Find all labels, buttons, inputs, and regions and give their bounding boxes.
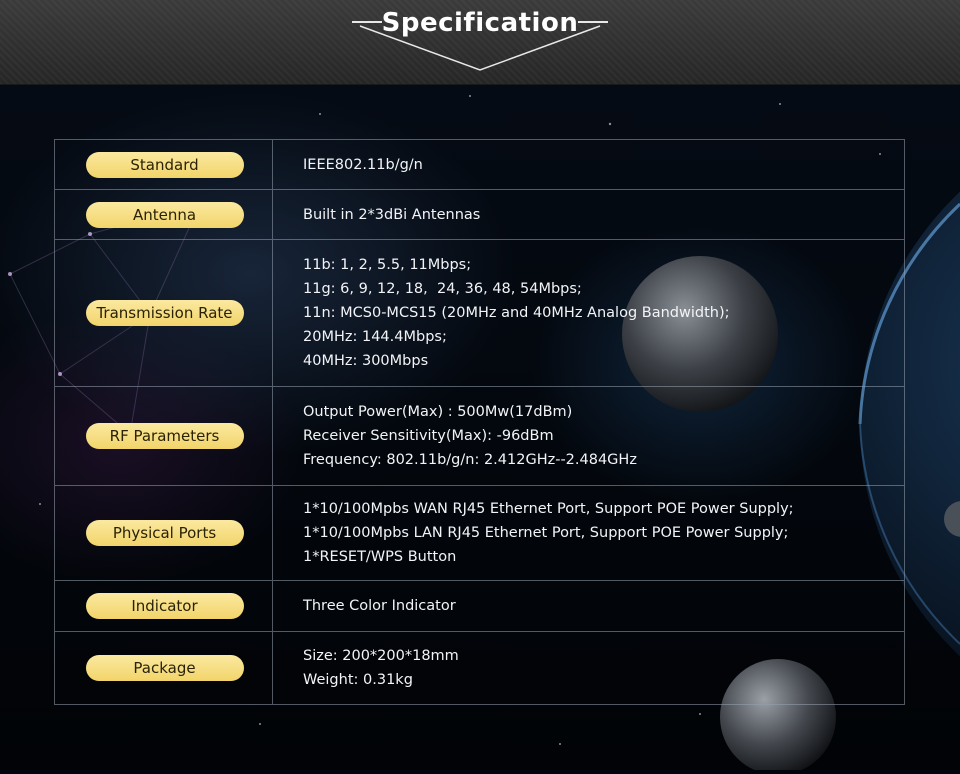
spec-value-cell: IEEE802.11b/g/n (273, 140, 904, 189)
spec-value-line: IEEE802.11b/g/n (303, 156, 423, 173)
spec-value-cell: Built in 2*3dBi Antennas (273, 190, 904, 239)
spec-value-line: 11g: 6, 9, 12, 18, 24, 36, 48, 54Mbps; (303, 281, 582, 297)
spec-value-line: 1*RESET/WPS Button (303, 549, 457, 565)
spec-value-cell: 1*10/100Mpbs WAN RJ45 Ethernet Port, Sup… (273, 486, 904, 580)
spec-value-line: 1*10/100Mpbs WAN RJ45 Ethernet Port, Sup… (303, 501, 794, 517)
spec-label-badge: Transmission Rate (85, 300, 244, 326)
spec-value-line: Built in 2*3dBi Antennas (303, 206, 481, 223)
spec-row: Physical Ports 1*10/100Mpbs WAN RJ45 Ethe… (55, 485, 904, 580)
spec-value-cell: Size: 200*200*18mm Weight: 0.31kg (273, 632, 904, 704)
spec-label-badge: RF Parameters (85, 423, 244, 449)
spec-label-cell: RF Parameters (55, 387, 273, 485)
spec-label-badge: Standard (85, 151, 244, 178)
spec-value-cell: Output Power(Max) : 500Mw(17dBm) Receiver… (273, 387, 904, 485)
spec-label-cell: Standard (55, 140, 273, 189)
spec-value-line: 40MHz: 300Mbps (303, 353, 429, 369)
spec-value-line: Size: 200*200*18mm (303, 648, 459, 664)
spec-row: Indicator Three Color Indicator (55, 580, 904, 631)
spec-value-line: Output Power(Max) : 500Mw(17dBm) (303, 404, 573, 420)
spec-value-line: 11b: 1, 2, 5.5, 11Mbps; (303, 257, 472, 273)
spec-label-cell: Antenna (55, 190, 273, 239)
spec-value-cell: 11b: 1, 2, 5.5, 11Mbps; 11g: 6, 9, 12, 18… (273, 240, 904, 386)
spec-label-badge: Indicator (85, 593, 244, 619)
specification-table: Standard IEEE802.11b/g/n Antenna Built in 2… (54, 139, 905, 705)
spec-label-badge: Package (85, 655, 244, 681)
spec-label-badge: Physical Ports (85, 520, 244, 546)
header-banner: Specification (0, 0, 960, 85)
spec-label-cell: Indicator (55, 581, 273, 631)
spec-value-line: 20MHz: 144.4Mbps; (303, 329, 447, 345)
spec-label-badge: Antenna (85, 201, 244, 228)
spec-row: Standard IEEE802.11b/g/n (55, 140, 904, 189)
spec-row: Antenna Built in 2*3dBi Antennas (55, 189, 904, 239)
spec-value-line: 11n: MCS0-MCS15 (20MHz and 40MHz Analog … (303, 305, 730, 321)
spec-value-cell: Three Color Indicator (273, 581, 904, 631)
spec-row: RF Parameters Output Power(Max) : 500Mw(1… (55, 386, 904, 485)
page-title: Specification (381, 8, 579, 38)
spec-label-cell: Physical Ports (55, 486, 273, 580)
spec-value-line: Weight: 0.31kg (303, 672, 413, 688)
spec-value-line: Receiver Sensitivity(Max): -96dBm (303, 428, 554, 444)
spec-row: Transmission Rate 11b: 1, 2, 5.5, 11Mbps;… (55, 239, 904, 386)
spec-value-line: Three Color Indicator (303, 598, 456, 614)
spec-label-cell: Package (55, 632, 273, 704)
spec-label-cell: Transmission Rate (55, 240, 273, 386)
spec-row: Package Size: 200*200*18mm Weight: 0.31kg (55, 631, 904, 704)
spec-value-line: Frequency: 802.11b/g/n: 2.412GHz--2.484G… (303, 452, 637, 468)
spec-value-line: 1*10/100Mpbs LAN RJ45 Ethernet Port, Sup… (303, 525, 789, 541)
